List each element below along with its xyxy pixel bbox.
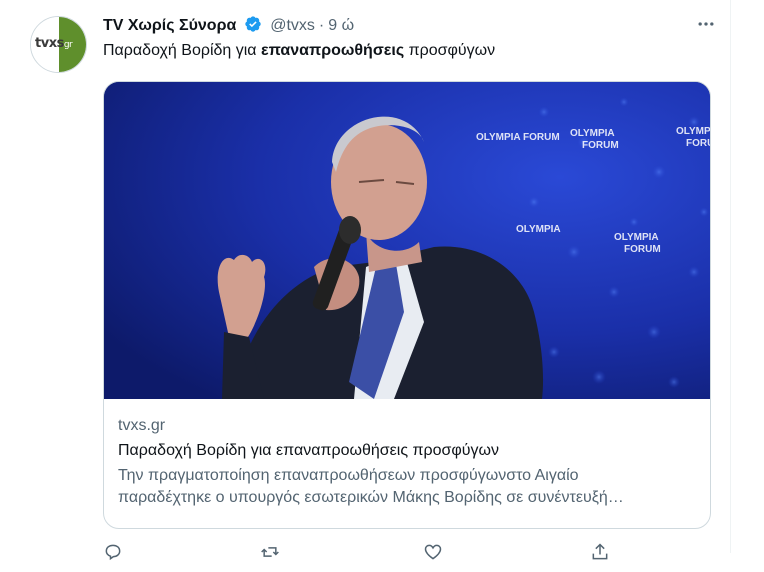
- separator-dot: ·: [318, 17, 325, 34]
- svg-text:FORUM: FORUM: [582, 140, 619, 151]
- avatar-logo-suffix: gr: [63, 40, 73, 50]
- tweet-header: TV Χωρίς Σύνορα @tvxs · 9 ώ: [103, 14, 720, 38]
- share-button[interactable]: [590, 542, 614, 566]
- display-name[interactable]: TV Χωρίς Σύνορα: [103, 17, 236, 34]
- like-icon: [424, 544, 442, 560]
- timestamp[interactable]: 9 ώ: [328, 17, 354, 34]
- svg-text:FORUM: FORUM: [686, 138, 710, 149]
- svg-text:OLYMPIA: OLYMPIA: [676, 126, 710, 137]
- retweet-icon: [261, 547, 279, 557]
- tweet-text-bold: επαναπροωθήσεις: [261, 42, 405, 59]
- svg-text:OLYMPIA: OLYMPIA: [516, 224, 561, 235]
- avatar[interactable]: tvxsgr: [30, 16, 87, 73]
- card-description-line-1: Την πραγματοποίηση επαναπροωθήσεων προσφ…: [118, 467, 579, 484]
- reply-button[interactable]: [103, 542, 127, 566]
- tweet-text: Παραδοχή Βορίδη για επαναπροωθήσεις προσ…: [103, 40, 720, 62]
- svg-text:FORUM: FORUM: [624, 244, 661, 255]
- card-domain: tvxs.gr: [118, 417, 166, 434]
- tweet-container: tvxsgr TV Χωρίς Σύνορα @tvxs · 9 ώ Παραδ…: [0, 0, 731, 561]
- user-handle[interactable]: @tvxs: [270, 17, 315, 34]
- svg-text:OLYMPIA: OLYMPIA: [614, 232, 659, 243]
- card-description-line-2: παραδέχτηκε ο υπουργός εσωτερικών Μάκης …: [118, 489, 624, 506]
- tweet-text-start: Παραδοχή Βορίδη για: [103, 42, 261, 59]
- card-image[interactable]: OLYMPIA FORUM OLYMPIA FORUM OLYMPIA FORU…: [104, 82, 710, 399]
- more-options-button[interactable]: [692, 12, 720, 36]
- like-button[interactable]: [423, 542, 447, 566]
- reply-icon: [105, 544, 121, 561]
- verified-badge-icon: [244, 15, 262, 33]
- tweet-content: TV Χωρίς Σύνορα @tvxs · 9 ώ Παραδοχή Βορ…: [103, 14, 720, 561]
- card-description: Την πραγματοποίηση επαναπροωθήσεων προσφ…: [118, 465, 696, 509]
- avatar-logo-text: tvxs: [35, 36, 64, 51]
- backdrop-logo-text: OLYMPIA FORUM: [476, 132, 560, 143]
- retweet-button[interactable]: [260, 542, 284, 566]
- svg-text:OLYMPIA: OLYMPIA: [570, 128, 615, 139]
- more-icon: [698, 22, 714, 26]
- share-icon: [592, 543, 608, 560]
- tweet-actions: [103, 542, 711, 572]
- card-title[interactable]: Παραδοχή Βορίδη για επαναπροωθήσεις προσ…: [118, 440, 696, 462]
- card-photo: OLYMPIA FORUM OLYMPIA FORUM OLYMPIA FORU…: [104, 82, 710, 399]
- tweet-text-end: προσφύγων: [404, 42, 496, 59]
- avatar-logo: tvxsgr: [35, 36, 73, 51]
- link-card[interactable]: OLYMPIA FORUM OLYMPIA FORUM OLYMPIA FORU…: [103, 81, 711, 529]
- card-meta: tvxs.gr Παραδοχή Βορίδη για επαναπροωθήσ…: [104, 399, 710, 509]
